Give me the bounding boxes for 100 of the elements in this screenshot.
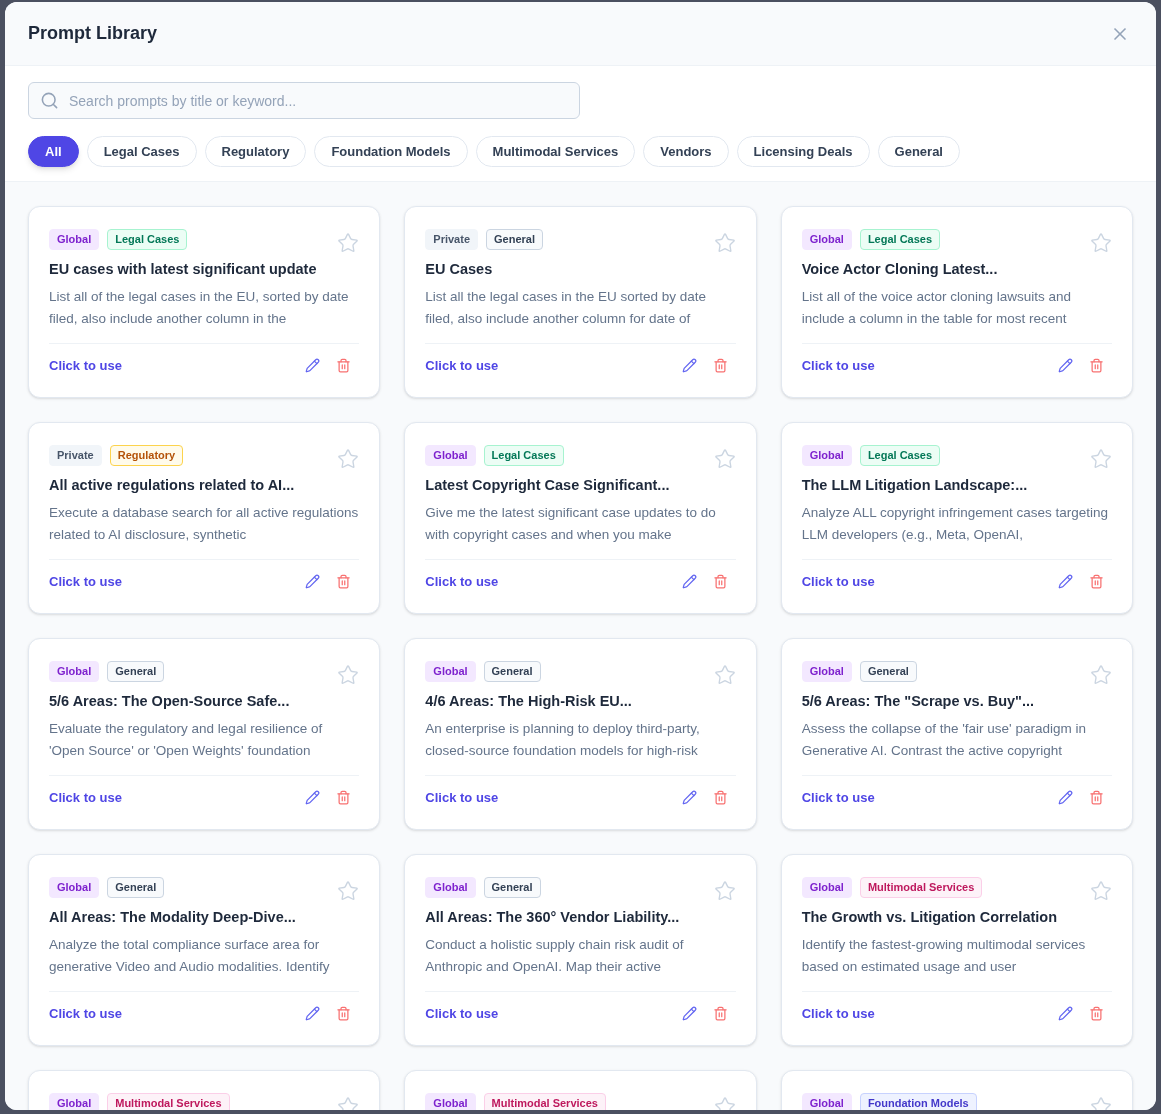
filter-chip[interactable]: Vendors: [643, 136, 729, 167]
star-icon[interactable]: [1090, 664, 1112, 686]
card-title: Voice Actor Cloning Latest...: [801, 260, 999, 279]
click-to-use-link[interactable]: Click to use: [49, 1003, 122, 1023]
card-description: Identify the fastest-growing multimodal services based on estimated usage and user: [801, 936, 1087, 976]
delete-icon[interactable]: [712, 573, 728, 589]
tag: General: [859, 661, 917, 682]
search-field[interactable]: Search prompts by title or keyword...: [28, 82, 580, 119]
prompt-card[interactable]: Global General 5/6 Areas: The Open-Source Safe... Evaluate the regulatory and legal resilience of 'Open Source' or 'Open Weights' foundation Click to use: [28, 638, 381, 830]
tag: Foundation Models: [859, 1093, 977, 1110]
click-to-use-link[interactable]: Click to use: [49, 571, 122, 591]
star-icon[interactable]: [337, 448, 360, 470]
star-icon[interactable]: [713, 448, 736, 470]
star-icon[interactable]: [713, 664, 736, 686]
filter-chip[interactable]: Regulatory: [204, 136, 307, 167]
edit-icon[interactable]: [305, 789, 321, 805]
edit-icon[interactable]: [305, 573, 321, 589]
card-title: Latest Copyright Case Significant...: [425, 476, 671, 495]
click-to-use-link[interactable]: Click to use: [425, 1003, 499, 1023]
tag: Multimodal Services: [107, 1093, 230, 1110]
star-icon[interactable]: [713, 232, 736, 254]
star-icon[interactable]: [1090, 880, 1112, 902]
click-to-use-link[interactable]: Click to use: [49, 355, 122, 375]
prompt-card[interactable]: Global General 4/6 Areas: The High-Risk EU... An enterprise is planning to deploy third-party, closed-source foundation models for high-risk Click to use: [404, 638, 757, 830]
click-to-use-link[interactable]: Click to use: [425, 787, 499, 807]
delete-icon[interactable]: [712, 1005, 728, 1021]
prompt-card[interactable]: Global General All Areas: The 360° Vendor Liability... Conduct a holistic supply chain risk audit of Anthropic and OpenAI. Map their active Click to use: [404, 854, 757, 1046]
edit-icon[interactable]: [681, 1005, 697, 1021]
tag: General: [107, 661, 165, 682]
filter-chip[interactable]: General: [877, 136, 960, 167]
card-title: All Areas: The 360° Vendor Liability...: [425, 908, 681, 927]
filter-chip[interactable]: All: [28, 136, 79, 167]
click-to-use-link[interactable]: Click to use: [801, 1003, 875, 1023]
star-icon[interactable]: [337, 664, 360, 686]
delete-icon[interactable]: [336, 1005, 352, 1021]
card-description: Execute a database search for all active regulations related to AI disclosure, synthetic: [49, 504, 360, 544]
filter-chip[interactable]: Licensing Deals: [736, 136, 870, 167]
edit-icon[interactable]: [1058, 357, 1073, 373]
click-to-use-link[interactable]: Click to use: [801, 787, 875, 807]
star-icon[interactable]: [1090, 232, 1112, 254]
tag: Multimodal Services: [859, 877, 983, 898]
click-to-use-link[interactable]: Click to use: [425, 571, 499, 591]
edit-icon[interactable]: [681, 573, 697, 589]
edit-icon[interactable]: [1058, 1005, 1073, 1021]
prompt-card[interactable]: Global Multimodal Services: [28, 1070, 381, 1110]
card-title: 5/6 Areas: The Open-Source Safe...: [49, 692, 291, 711]
card-description: Conduct a holistic supply chain risk audit of Anthropic and OpenAI. Map their active: [425, 936, 685, 976]
search-icon: [40, 91, 59, 110]
delete-icon[interactable]: [712, 789, 728, 805]
card-title: 5/6 Areas: The "Scrape vs. Buy"...: [801, 692, 1036, 711]
card-description: Evaluate the regulatory and legal resilience of 'Open Source' or 'Open Weights' foundation: [49, 720, 324, 760]
edit-icon[interactable]: [681, 357, 697, 373]
tag: Global: [801, 877, 852, 898]
click-to-use-link[interactable]: Click to use: [801, 571, 875, 591]
tag: Global: [425, 1093, 476, 1110]
star-icon[interactable]: [337, 880, 360, 902]
prompt-card[interactable]: Global Multimodal Services The Growth vs. Litigation Correlation Identify the fastest-growing multimodal services based on estimated usage and user Click to use: [780, 854, 1133, 1046]
click-to-use-link[interactable]: Click to use: [801, 355, 875, 375]
prompt-card[interactable]: Global Foundation Models: [780, 1070, 1133, 1110]
delete-icon[interactable]: [1089, 357, 1104, 373]
prompt-card[interactable]: Global Multimodal Services: [404, 1070, 757, 1110]
edit-icon[interactable]: [1058, 573, 1073, 589]
tag: Global: [425, 445, 476, 466]
edit-icon[interactable]: [681, 789, 697, 805]
star-icon[interactable]: [1090, 448, 1112, 470]
star-icon[interactable]: [713, 880, 736, 902]
prompt-card[interactable]: Global Legal Cases Latest Copyright Case Significant... Give me the latest significant case updates to do with copyright cases and when you make Click to use: [404, 422, 757, 614]
card-title: EU Cases: [425, 260, 494, 279]
prompt-card[interactable]: Private Regulatory All active regulations related to AI... Execute a database search for all active regulations related to AI disclosure, synthetic Click to use: [28, 422, 381, 614]
delete-icon[interactable]: [712, 357, 728, 373]
filter-chip[interactable]: Legal Cases: [86, 136, 197, 167]
tag: General: [483, 661, 541, 682]
prompt-card[interactable]: Global Legal Cases The LLM Litigation Landscape:... Analyze ALL copyright infringement cases targeting LLM developers (e.g., Meta, OpenAI, Click to use: [780, 422, 1133, 614]
edit-icon[interactable]: [1058, 789, 1073, 805]
tag: Global: [49, 661, 100, 682]
delete-icon[interactable]: [1089, 573, 1104, 589]
click-to-use-link[interactable]: Click to use: [49, 787, 122, 807]
card-description: Analyze the total compliance surface area for generative Video and Audio modalities. Identify: [49, 936, 331, 976]
tag: Global: [801, 661, 852, 682]
click-to-use-link[interactable]: Click to use: [425, 355, 499, 375]
tag: Private: [425, 229, 479, 250]
edit-icon[interactable]: [305, 1005, 321, 1021]
card-description: An enterprise is planning to deploy third-party, closed-source foundation models for high-risk: [425, 720, 701, 760]
prompt-card[interactable]: Global Legal Cases EU cases with latest significant update List all of the legal cases in the EU, sorted by date filed, also include another column in the Click to use: [28, 206, 381, 398]
filter-chip[interactable]: Multimodal Services: [475, 136, 636, 167]
delete-icon[interactable]: [336, 573, 352, 589]
delete-icon[interactable]: [336, 789, 352, 805]
prompt-card[interactable]: Global General All Areas: The Modality Deep-Dive... Analyze the total compliance surface area for generative Video and Audio modalities. Identify Click to use: [28, 854, 381, 1046]
star-icon[interactable]: [337, 232, 360, 254]
prompt-card[interactable]: Global General 5/6 Areas: The "Scrape vs. Buy"... Assess the collapse of the 'fair use' paradigm in Generative AI. Contrast the active copyright Click to use: [780, 638, 1133, 830]
delete-icon[interactable]: [1089, 789, 1104, 805]
prompt-card[interactable]: Private General EU Cases List all the legal cases in the EU sorted by date filed, also include another column for date of Click to use: [404, 206, 757, 398]
prompt-card[interactable]: Global Legal Cases Voice Actor Cloning Latest... List all of the voice actor cloning lawsuits and include a column in the table for most recent Click to use: [780, 206, 1133, 398]
delete-icon[interactable]: [1089, 1005, 1104, 1021]
tag: Legal Cases: [859, 229, 941, 250]
delete-icon[interactable]: [336, 357, 352, 373]
edit-icon[interactable]: [305, 357, 321, 373]
filter-chip[interactable]: Foundation Models: [314, 136, 468, 167]
tag: Global: [801, 445, 852, 466]
tag: Global: [801, 1093, 852, 1110]
